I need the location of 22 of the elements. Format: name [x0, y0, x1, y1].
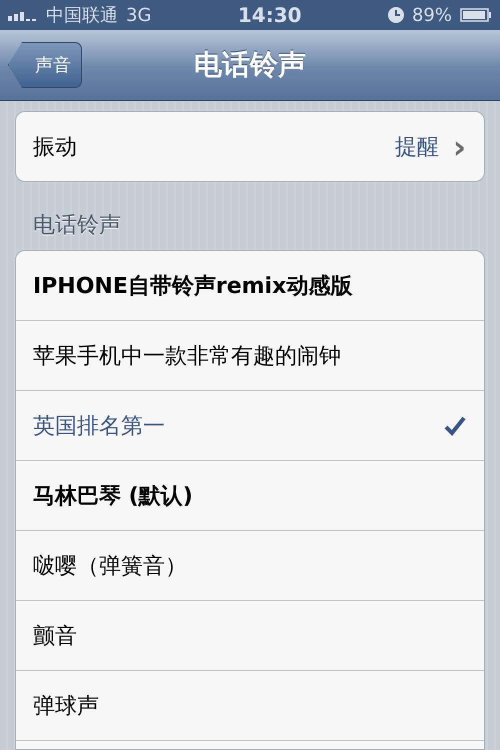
chevron-icon: ›: [452, 130, 466, 162]
network-type: 3G: [126, 4, 152, 26]
ringtone-row[interactable]: IPHONE自带铃声remix动感版: [16, 251, 484, 321]
ringtone-row[interactable]: 马林巴琴 (默认): [16, 461, 484, 531]
ringtone-row[interactable]: 弹球声: [16, 671, 484, 741]
battery-percent: 89%: [412, 4, 452, 26]
clock-time: 14:30: [238, 3, 302, 27]
nav-title: 电话铃声: [194, 47, 306, 83]
back-button[interactable]: 声音: [8, 42, 82, 88]
checkmark-icon: [444, 416, 466, 436]
vibration-label: 振动: [33, 134, 77, 162]
signal-icon: [8, 9, 38, 21]
ringtone-row[interactable]: 颤音: [16, 601, 484, 671]
ringtone-row[interactable]: 英国排名第一: [16, 391, 484, 461]
clock-icon: [388, 7, 404, 23]
vibration-row[interactable]: 振动 提醒 ›: [16, 112, 484, 181]
ringtone-row[interactable]: 苹果手机中一款非常有趣的闹钟: [16, 321, 484, 391]
battery-icon: [460, 8, 492, 22]
vibration-value: 提醒: [394, 134, 439, 162]
carrier-name: 中国联通: [46, 4, 118, 27]
ringtone-row[interactable]: 啵嘤（弹簧音）: [16, 531, 484, 601]
section-header: 电话铃声: [32, 212, 122, 240]
